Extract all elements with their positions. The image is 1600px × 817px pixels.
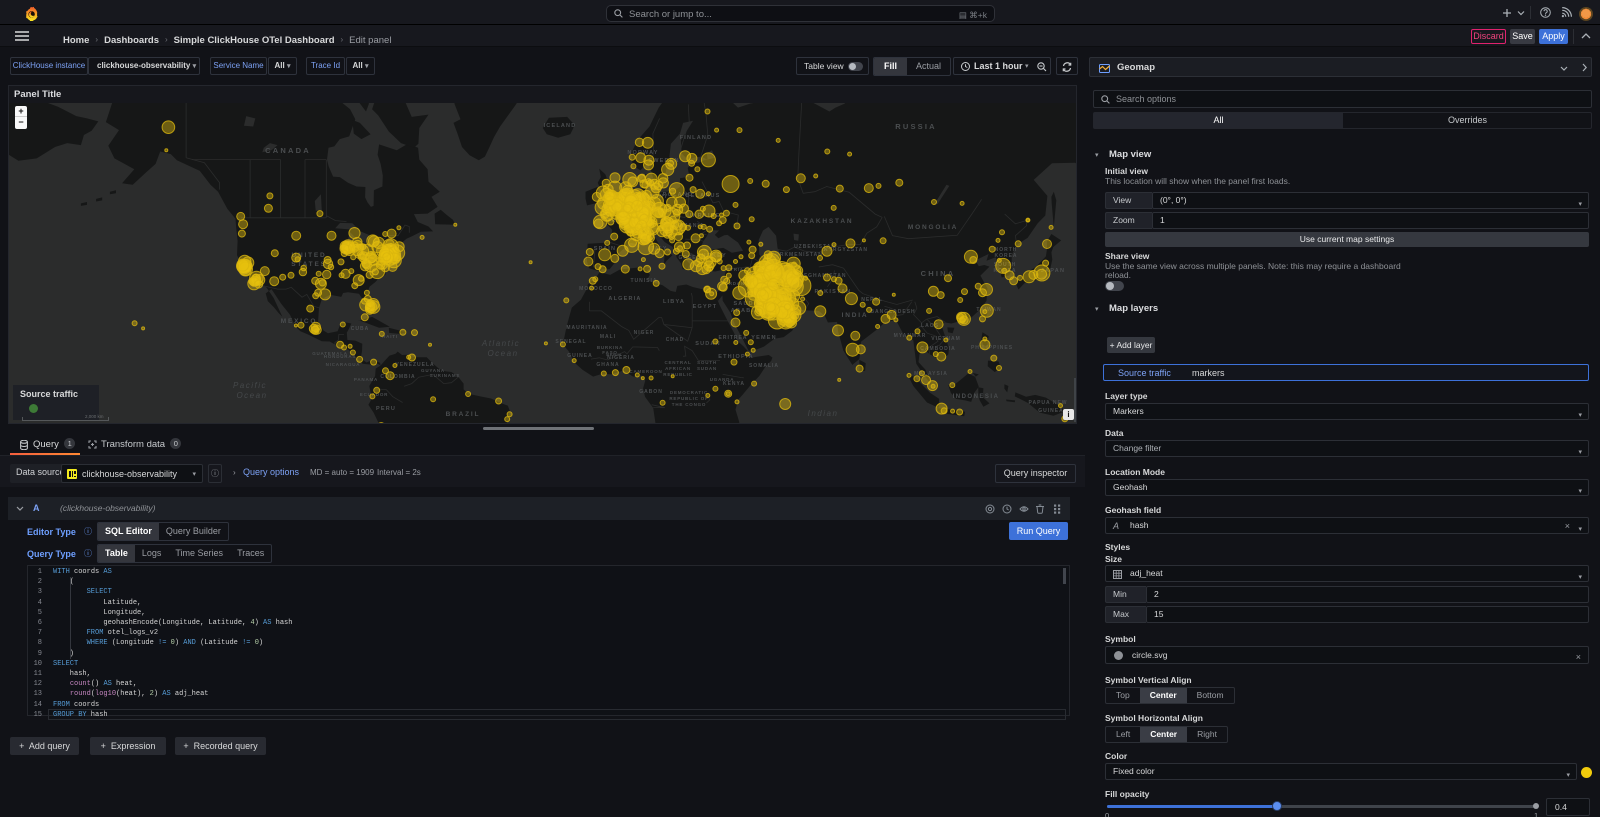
svg-text:GABON: GABON <box>639 389 663 395</box>
svg-text:SOUTH: SOUTH <box>697 360 717 365</box>
svg-text:KOREA: KOREA <box>994 253 1017 259</box>
svg-text:SUDAN: SUDAN <box>697 366 717 371</box>
svg-text:GHANA: GHANA <box>596 362 619 368</box>
svg-text:MONGOLIA: MONGOLIA <box>908 224 958 231</box>
svg-text:PANAMA: PANAMA <box>354 377 378 382</box>
svg-text:Atlantic: Atlantic <box>481 339 520 348</box>
svg-text:CAMEROON: CAMEROON <box>629 369 662 374</box>
svg-text:CHAD: CHAD <box>666 337 684 343</box>
svg-text:SOMALIA: SOMALIA <box>749 363 779 369</box>
svg-text:CANADA: CANADA <box>265 146 311 155</box>
svg-text:FINLAND: FINLAND <box>680 135 713 141</box>
svg-text:CUBA: CUBA <box>351 326 369 332</box>
svg-text:Pacific: Pacific <box>233 381 267 390</box>
svg-text:UGANDA: UGANDA <box>710 377 735 382</box>
svg-text:ICELAND: ICELAND <box>544 123 577 129</box>
svg-text:PHILIPPINES: PHILIPPINES <box>971 345 1013 351</box>
svg-text:INDONESIA: INDONESIA <box>953 394 1000 400</box>
svg-text:MOROCCO: MOROCCO <box>579 286 613 292</box>
svg-text:YEMEN: YEMEN <box>751 335 777 341</box>
svg-text:Indian: Indian <box>808 409 839 418</box>
svg-text:Ocean: Ocean <box>487 349 518 358</box>
svg-text:Ocean: Ocean <box>236 391 267 400</box>
svg-text:REPUBLIC: REPUBLIC <box>663 372 692 377</box>
svg-text:MALI: MALI <box>600 334 616 340</box>
svg-text:GUINEA: GUINEA <box>1038 408 1063 414</box>
svg-text:REPUBLIC OF: REPUBLIC OF <box>669 396 708 401</box>
svg-text:AFRICAN: AFRICAN <box>665 366 691 371</box>
svg-text:SURINAME: SURINAME <box>430 373 460 378</box>
svg-text:NIGER: NIGER <box>634 330 655 336</box>
svg-text:THE CONGO: THE CONGO <box>672 402 706 407</box>
svg-text:INDIA: INDIA <box>842 312 869 319</box>
svg-text:KAZAKHSTAN: KAZAKHSTAN <box>791 218 854 225</box>
svg-text:NICARAGUA: NICARAGUA <box>326 362 361 367</box>
svg-text:ALGERIA: ALGERIA <box>608 296 641 302</box>
svg-text:LIBYA: LIBYA <box>663 299 685 305</box>
svg-text:BENIN: BENIN <box>606 352 621 357</box>
svg-text:ERITREA: ERITREA <box>719 335 748 341</box>
svg-text:PERU: PERU <box>376 406 396 412</box>
svg-text:MAURITANIA: MAURITANIA <box>566 325 607 331</box>
svg-text:DEMOCRATIC: DEMOCRATIC <box>670 390 708 395</box>
svg-text:COLOMBIA: COLOMBIA <box>380 374 415 380</box>
svg-text:EGYPT: EGYPT <box>693 304 718 310</box>
svg-text:GUINEA: GUINEA <box>567 353 592 359</box>
svg-text:CENTRAL: CENTRAL <box>664 360 691 365</box>
svg-text:BRAZIL: BRAZIL <box>446 411 481 418</box>
svg-text:RUSSIA: RUSSIA <box>895 122 937 131</box>
